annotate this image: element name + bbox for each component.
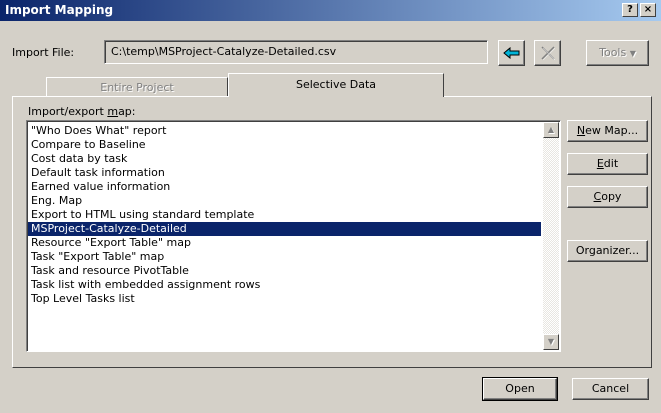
cancel-button[interactable]: Cancel <box>572 378 649 400</box>
list-item[interactable]: Task and resource PivotTable <box>28 264 541 278</box>
edit-button[interactable]: Edit <box>567 153 648 175</box>
map-listbox[interactable]: "Who Does What" report Compare to Baselin… <box>26 120 561 352</box>
list-item[interactable]: Eng. Map <box>28 194 541 208</box>
list-item[interactable]: Compare to Baseline <box>28 138 541 152</box>
organizer-button[interactable]: Organizer... <box>567 240 648 262</box>
map-list-items: "Who Does What" report Compare to Baselin… <box>28 124 541 306</box>
import-file-label: Import File: <box>12 46 75 59</box>
new-map-button[interactable]: New Map... <box>567 120 648 142</box>
tools-menu-button[interactable]: Tools ▼ <box>586 40 649 66</box>
list-item[interactable]: Earned value information <box>28 180 541 194</box>
list-item[interactable]: Task "Export Table" map <box>28 250 541 264</box>
back-arrow-icon <box>503 47 520 59</box>
back-button[interactable] <box>498 40 525 66</box>
tools-label: Tools <box>599 46 627 59</box>
delete-button[interactable] <box>534 40 561 66</box>
window-title: Import Mapping <box>5 3 114 17</box>
open-button[interactable]: Open <box>482 377 558 401</box>
tab-entire-project[interactable]: Entire Project <box>46 77 228 97</box>
list-item[interactable]: Task list with embedded assignment rows <box>28 278 541 292</box>
import-file-path-value: C:\temp\MSProject-Catalyze-Detailed.csv <box>111 45 337 58</box>
list-item[interactable]: "Who Does What" report <box>28 124 541 138</box>
scroll-down-icon[interactable]: ▼ <box>543 334 559 350</box>
list-item[interactable]: MSProject-Catalyze-Detailed <box>28 222 541 236</box>
help-button[interactable]: ? <box>622 3 638 17</box>
map-list-label: Import/export map: <box>28 105 136 118</box>
list-item[interactable]: Default task information <box>28 166 541 180</box>
delete-x-icon <box>541 46 555 60</box>
vertical-scrollbar[interactable]: ▲ ▼ <box>543 122 559 350</box>
list-item[interactable]: Export to HTML using standard template <box>28 208 541 222</box>
list-item[interactable]: Cost data by task <box>28 152 541 166</box>
tab-selective-data[interactable]: Selective Data <box>228 73 444 97</box>
list-item[interactable]: Top Level Tasks list <box>28 292 541 306</box>
close-button[interactable]: × <box>640 3 656 17</box>
dropdown-arrow-icon: ▼ <box>629 49 636 58</box>
scroll-up-icon[interactable]: ▲ <box>543 122 559 138</box>
import-file-path-field[interactable]: C:\temp\MSProject-Catalyze-Detailed.csv <box>104 40 488 64</box>
copy-button[interactable]: Copy <box>567 186 648 208</box>
list-item[interactable]: Resource "Export Table" map <box>28 236 541 250</box>
